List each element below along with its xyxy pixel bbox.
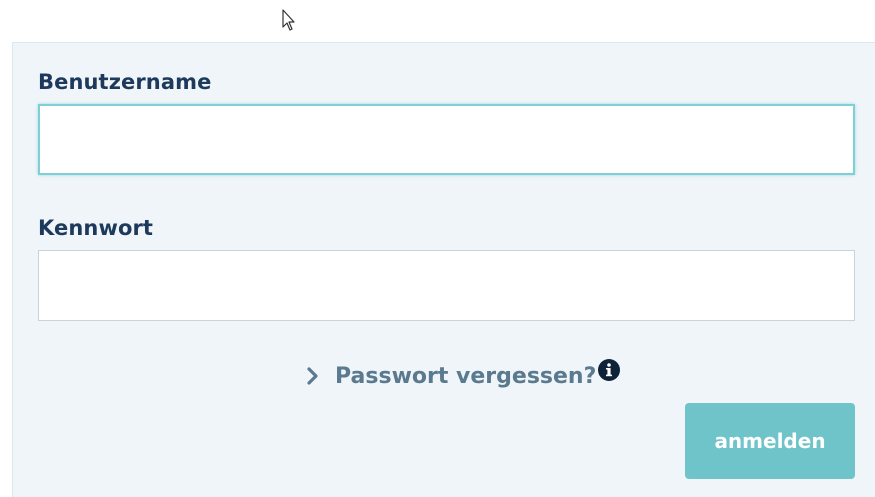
password-label: Kennwort bbox=[38, 216, 154, 240]
login-form: Benutzername Kennwort Passwort vergessen… bbox=[12, 42, 875, 497]
mouse-pointer-icon bbox=[282, 9, 298, 33]
login-button[interactable]: anmelden bbox=[685, 403, 855, 479]
forgot-password-text: Passwort vergessen? bbox=[335, 363, 597, 389]
username-label: Benutzername bbox=[38, 70, 212, 94]
username-input[interactable] bbox=[38, 104, 855, 175]
chevron-right-icon bbox=[303, 366, 323, 386]
password-input[interactable] bbox=[38, 250, 855, 321]
forgot-password-link[interactable]: Passwort vergessen? bbox=[303, 356, 596, 396]
info-circle-icon[interactable] bbox=[598, 359, 620, 381]
